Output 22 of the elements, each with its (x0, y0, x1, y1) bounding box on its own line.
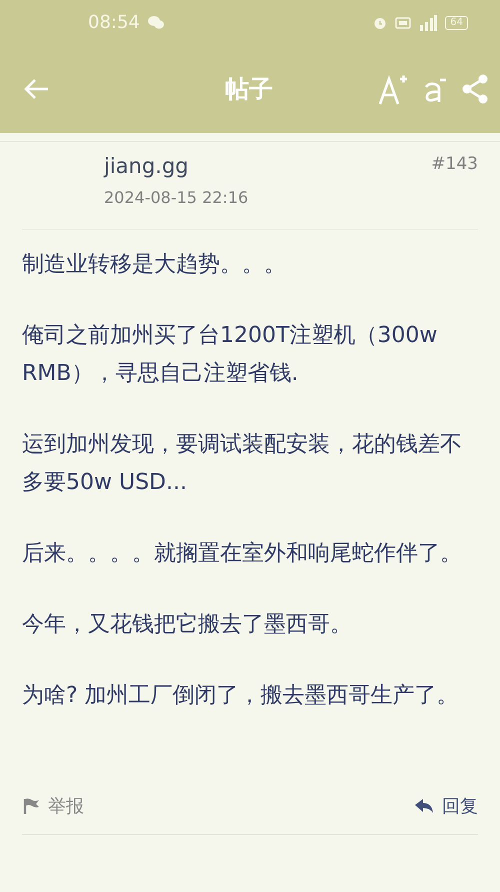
chat-bubbles-icon (148, 16, 164, 29)
share-icon[interactable] (462, 74, 488, 104)
flag-icon (22, 797, 40, 815)
back-arrow-icon[interactable] (24, 78, 50, 100)
post-paragraph: 今年，又花钱把它搬去了墨西哥。 (22, 611, 353, 639)
post-paragraph: 后来。。。。就搁置在室外和响尾蛇作伴了。 (22, 540, 463, 568)
floor-number: #143 (431, 154, 478, 176)
author-name[interactable]: jiang.gg (104, 154, 432, 178)
font-increase-icon[interactable] (378, 73, 408, 105)
reply-button[interactable]: 回复 (414, 794, 478, 818)
post-paragraph: 俺司之前加州买了台1200T注塑机（300w RMB），寻思自己注塑省钱. (22, 322, 438, 388)
battery-indicator: 64 (445, 16, 468, 30)
post-date: 2024-08-15 22:16 (104, 188, 250, 207)
page-title: 帖子 (224, 74, 274, 105)
reply-arrow-icon (414, 798, 434, 814)
clock: 08:54 (88, 12, 140, 33)
signal-icon (419, 14, 438, 30)
alarm-icon (373, 16, 388, 30)
post-paragraph: 为啥? 加州工厂倒闭了，搬去墨西哥生产了。 (22, 682, 460, 710)
post-paragraph: 制造业转移是大趋势。。。 (22, 251, 287, 279)
post-paragraph: 运到加州发现，要调试装配安装，花的钱差不多要50w USD... (22, 431, 463, 497)
hd-icon (395, 16, 412, 28)
